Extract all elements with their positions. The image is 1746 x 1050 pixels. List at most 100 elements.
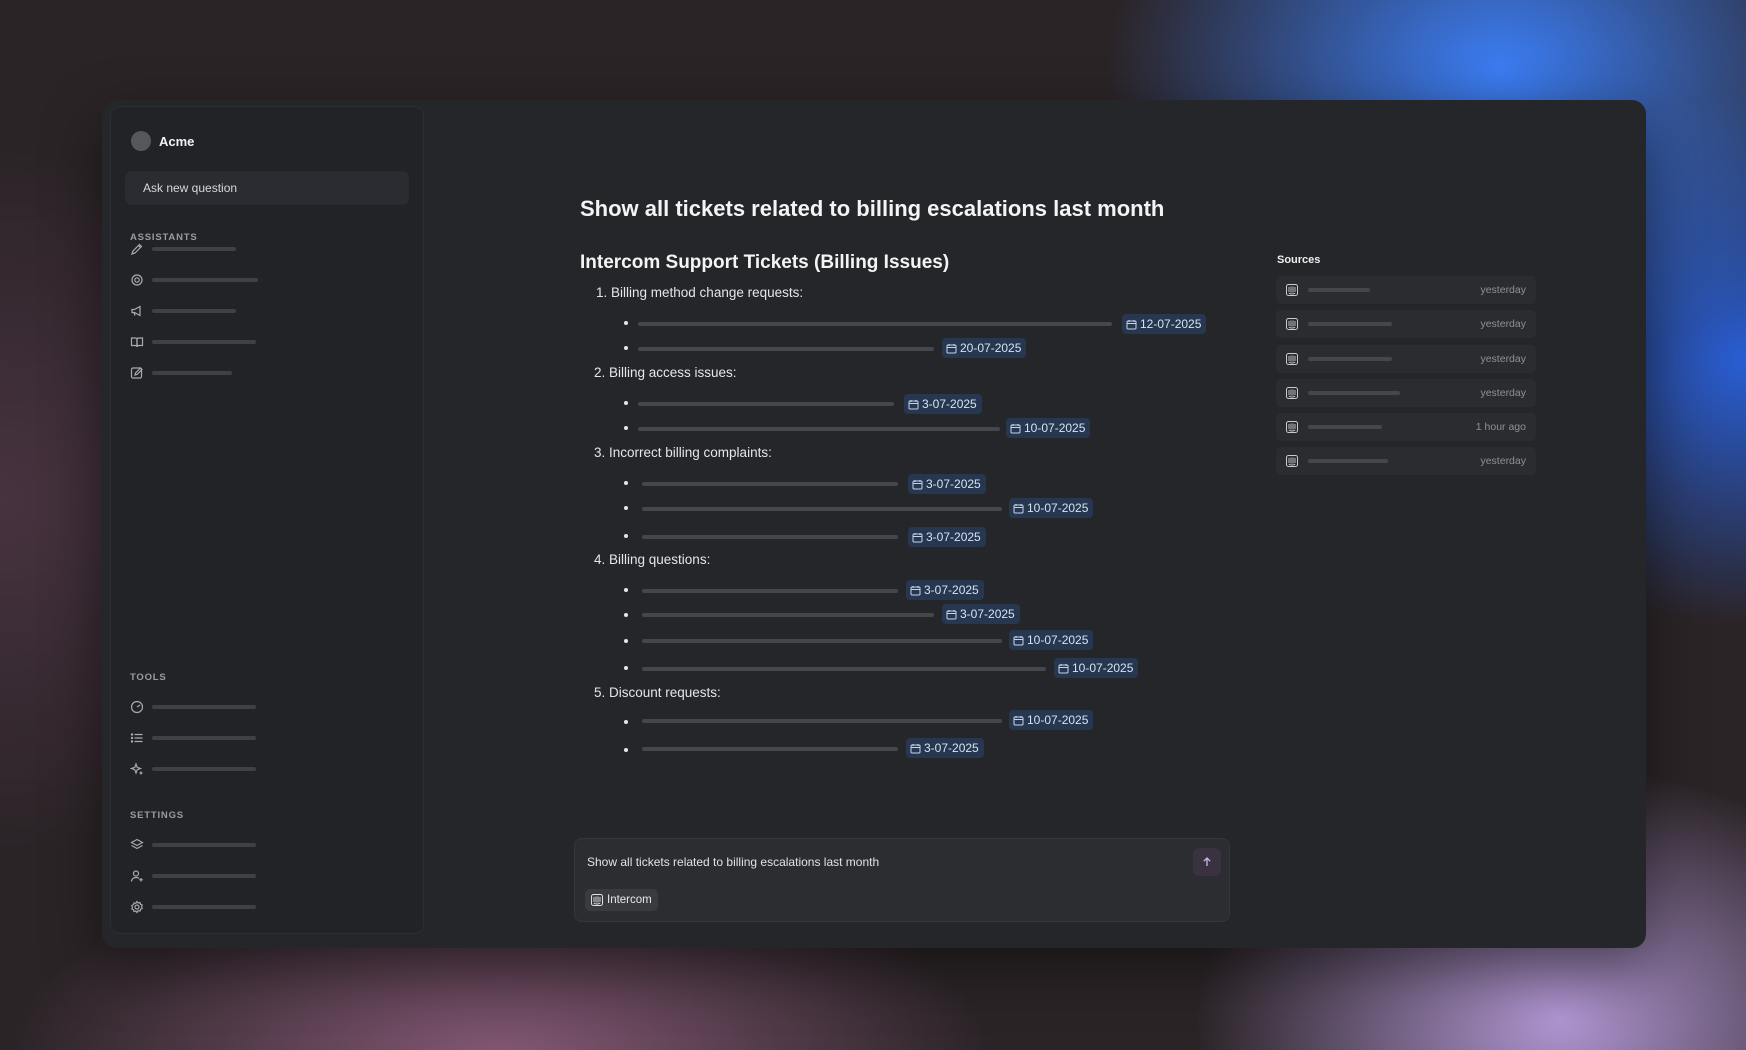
settings-item-3[interactable] (130, 898, 256, 916)
source-title-placeholder (1308, 357, 1392, 361)
ticket-date: 3-07-2025 (922, 397, 977, 411)
ticket-date: 10-07-2025 (1027, 633, 1089, 647)
source-item[interactable]: yesterday (1276, 345, 1536, 373)
date-chip[interactable]: 10-07-2025 (1054, 658, 1139, 678)
date-chip[interactable]: 20-07-2025 (942, 338, 1027, 358)
list-bullet (624, 639, 628, 643)
list-bullet (624, 720, 628, 724)
list-icon (130, 731, 144, 745)
list-bullet (624, 401, 628, 405)
list-bullet (624, 588, 628, 592)
ticket-group-label: 4. Billing questions: (594, 552, 711, 567)
tool-item-1[interactable] (130, 698, 256, 716)
settings-section-title: SETTINGS (130, 810, 184, 821)
date-chip[interactable]: 10-07-2025 (1009, 498, 1094, 518)
ticket-title-placeholder (642, 535, 898, 539)
intercom-icon (1286, 421, 1298, 433)
source-item[interactable]: yesterday (1276, 447, 1536, 475)
placeholder-bar (152, 705, 256, 709)
calendar-icon (910, 585, 921, 595)
tools-section-title: TOOLS (130, 672, 167, 683)
settings-item-2[interactable] (130, 867, 256, 885)
composer[interactable]: Show all tickets related to billing esca… (574, 838, 1230, 922)
calendar-icon (1013, 715, 1024, 725)
list-bullet (624, 613, 628, 617)
source-item[interactable]: 1 hour ago (1276, 413, 1536, 441)
avatar (131, 131, 151, 151)
placeholder-bar (152, 736, 256, 740)
placeholder-bar (152, 874, 256, 878)
date-chip[interactable]: 10-07-2025 (1009, 630, 1094, 650)
date-chip[interactable]: 3-07-2025 (906, 580, 984, 600)
source-time: yesterday (1480, 318, 1526, 330)
date-chip[interactable]: 12-07-2025 (1122, 314, 1207, 334)
source-time: 1 hour ago (1475, 421, 1526, 433)
calendar-icon (910, 743, 921, 753)
send-button[interactable] (1193, 848, 1221, 876)
ticket-group-label: 3. Incorrect billing complaints: (594, 445, 772, 460)
placeholder-bar (152, 278, 258, 282)
assistant-item-3[interactable] (130, 302, 236, 320)
source-item[interactable]: yesterday (1276, 310, 1536, 338)
ticket-date: 3-07-2025 (926, 530, 981, 544)
workspace-name: Acme (159, 133, 195, 149)
assistant-item-4[interactable] (130, 333, 256, 351)
source-title-placeholder (1308, 425, 1382, 429)
integration-label: Intercom (607, 894, 652, 906)
ticket-title-placeholder (642, 613, 934, 617)
source-time: yesterday (1480, 387, 1526, 399)
tool-item-3[interactable] (130, 760, 256, 778)
book-icon (130, 335, 144, 349)
pencil-icon (130, 242, 144, 256)
workspace-switcher[interactable]: Acme (131, 131, 194, 151)
ticket-title-placeholder (638, 427, 1000, 431)
date-chip[interactable]: 3-07-2025 (942, 604, 1020, 624)
assistant-item-5[interactable] (130, 364, 232, 382)
date-chip[interactable]: 3-07-2025 (908, 474, 986, 494)
calendar-icon (908, 399, 919, 409)
ask-new-question-button[interactable]: Ask new question (125, 171, 409, 205)
calendar-icon (946, 609, 957, 619)
placeholder-bar (152, 309, 236, 313)
gear-icon (130, 273, 144, 287)
ticket-date: 10-07-2025 (1072, 661, 1134, 675)
gauge-icon (130, 700, 144, 714)
placeholder-bar (152, 905, 256, 909)
source-title-placeholder (1308, 322, 1392, 326)
app-window: Acme Ask new question ASSISTANTS TOOLS S… (102, 100, 1646, 948)
ticket-group-label: 2. Billing access issues: (594, 365, 737, 380)
ticket-date: 3-07-2025 (924, 741, 979, 755)
date-chip[interactable]: 10-07-2025 (1009, 710, 1094, 730)
calendar-icon (1126, 319, 1137, 329)
ticket-date: 10-07-2025 (1027, 501, 1089, 515)
list-bullet (624, 426, 628, 430)
calendar-icon (1013, 635, 1024, 645)
source-time: yesterday (1480, 284, 1526, 296)
date-chip[interactable]: 3-07-2025 (908, 527, 986, 547)
date-chip[interactable]: 3-07-2025 (904, 394, 982, 414)
ticket-date: 20-07-2025 (960, 341, 1022, 355)
date-chip[interactable]: 3-07-2025 (906, 738, 984, 758)
source-item[interactable]: yesterday (1276, 379, 1536, 407)
assistant-item-1[interactable] (130, 240, 236, 258)
assistant-item-2[interactable] (130, 271, 258, 289)
ticket-title-placeholder (642, 667, 1046, 671)
layers-icon (130, 838, 144, 852)
ticket-date: 3-07-2025 (924, 583, 979, 597)
placeholder-bar (152, 247, 236, 251)
calendar-icon (946, 343, 957, 353)
integration-chip[interactable]: Intercom (585, 889, 658, 911)
message-input[interactable]: Show all tickets related to billing esca… (587, 855, 879, 869)
list-bullet (624, 666, 628, 670)
ticket-title-placeholder (642, 747, 898, 751)
settings-item-1[interactable] (130, 836, 256, 854)
intercom-icon (1286, 455, 1298, 467)
date-chip[interactable]: 10-07-2025 (1006, 418, 1091, 438)
intercom-icon (591, 894, 603, 906)
source-item[interactable]: yesterday (1276, 276, 1536, 304)
ticket-title-placeholder (638, 347, 934, 351)
tool-item-2[interactable] (130, 729, 256, 747)
settings-icon (130, 900, 144, 914)
ticket-group-label: 5. Discount requests: (594, 685, 721, 700)
calendar-icon (912, 479, 923, 489)
